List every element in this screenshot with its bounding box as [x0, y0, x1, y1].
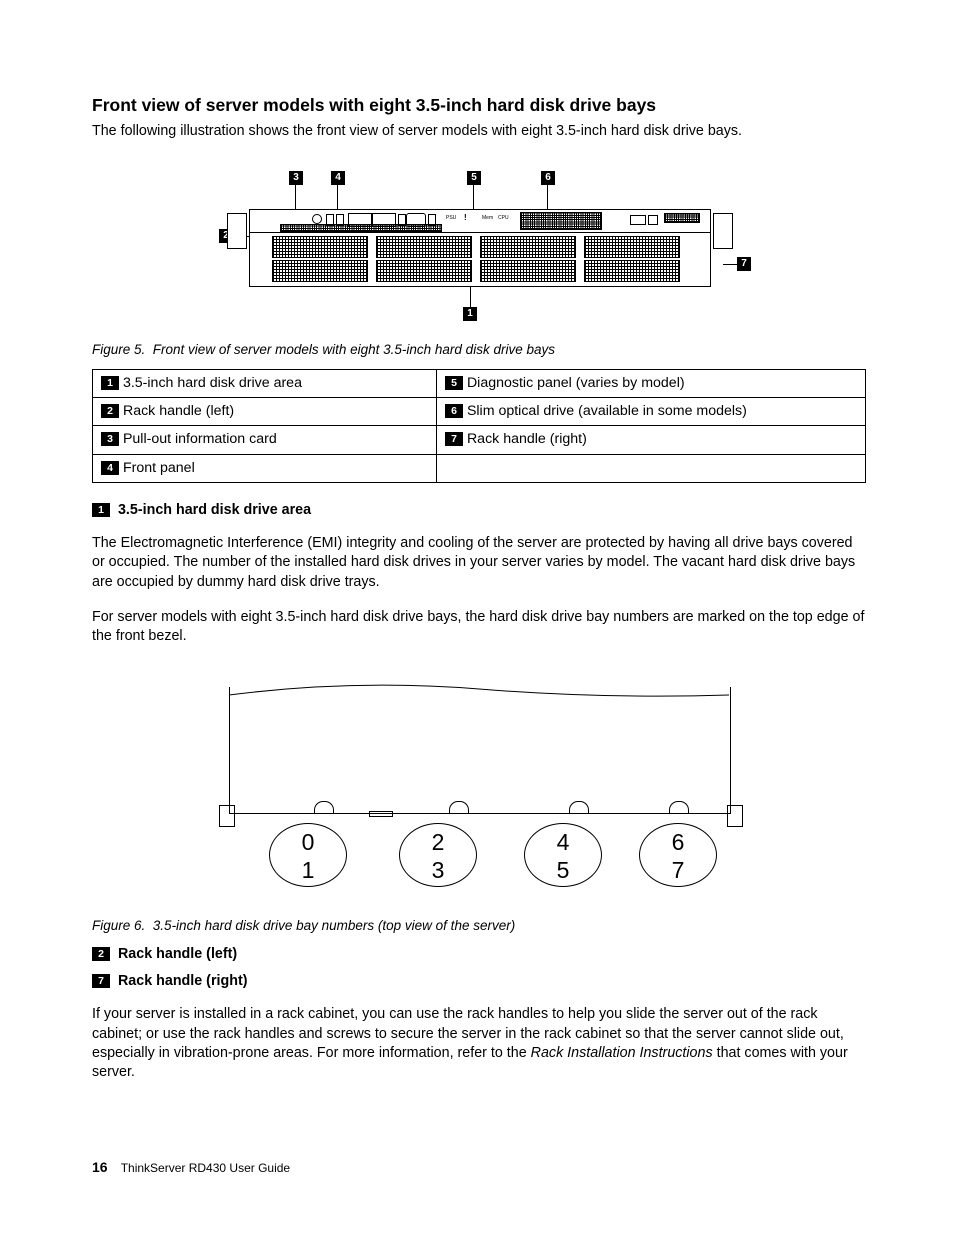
bay-number: 3 [400, 856, 476, 884]
subhead-title: 3.5-inch hard disk drive area [118, 502, 311, 518]
bay-number: 4 [525, 828, 601, 856]
legend-num: 6 [445, 404, 463, 418]
table-row: 1 3.5-inch hard disk drive area 5 Diagno… [93, 370, 866, 398]
callout-7: 7 [737, 257, 751, 271]
drive-bay-icon [584, 260, 680, 282]
drive-bay-icon [480, 260, 576, 282]
callout-5: 5 [467, 171, 481, 185]
legend-text: Front panel [123, 460, 195, 476]
server-chassis-icon: PSU ! Mem CPU [249, 209, 711, 287]
subhead-rack-handle-right: 7 Rack handle (right) [92, 972, 866, 991]
callout-4: 4 [331, 171, 345, 185]
bay-number: 6 [640, 828, 716, 856]
legend-num: 4 [101, 461, 119, 475]
bay-number: 5 [525, 856, 601, 884]
diag-label-psu: PSU [446, 215, 456, 222]
drive-bay-icon [272, 236, 368, 258]
bay-bubble: 4 5 [524, 823, 602, 887]
table-row: 2 Rack handle (left) 6 Slim optical driv… [93, 398, 866, 426]
subhead-rack-handle-left: 2 Rack handle (left) [92, 945, 866, 964]
drive-bay-icon [272, 260, 368, 282]
drive-bay-icon [480, 236, 576, 258]
legend-num: 5 [445, 376, 463, 390]
drive-area-para-2: For server models with eight 3.5-inch ha… [92, 608, 866, 647]
callout-6: 6 [541, 171, 555, 185]
diag-label-cpu: CPU [498, 215, 509, 222]
legend-text: 3.5-inch hard disk drive area [123, 375, 302, 391]
legend-num: 3 [101, 432, 119, 446]
bay-bubble: 0 1 [269, 823, 347, 887]
subhead-title: Rack handle (right) [118, 973, 247, 989]
document-page: Front view of server models with eight 3… [0, 0, 954, 1235]
rack-handle-paragraph: If your server is installed in a rack ca… [92, 1005, 866, 1082]
bay-bubble: 6 7 [639, 823, 717, 887]
figure-6-caption: Figure 6. 3.5-inch hard disk drive bay n… [92, 917, 866, 935]
figure-6-caption-prefix: Figure 6. [92, 918, 145, 933]
figure-6: 0 1 2 3 4 5 6 7 [92, 677, 866, 897]
bay-bubble: 2 3 [399, 823, 477, 887]
legend-num: 7 [445, 432, 463, 446]
legend-text: Slim optical drive (available in some mo… [467, 403, 747, 419]
callout-legend-table: 1 3.5-inch hard disk drive area 5 Diagno… [92, 369, 866, 483]
rack-handle-left-icon [227, 213, 247, 249]
table-row: 4 Front panel [93, 454, 866, 482]
rack-para-italic: Rack Installation Instructions [531, 1045, 713, 1061]
page-number: 16 [92, 1159, 108, 1175]
legend-text: Rack handle (right) [467, 431, 587, 447]
drive-bay-icon [376, 260, 472, 282]
server-top-plate-icon [229, 687, 731, 814]
figure-5-caption-text: Front view of server models with eight 3… [153, 342, 555, 357]
legend-num: 1 [101, 376, 119, 390]
table-row: 3 Pull-out information card 7 Rack handl… [93, 426, 866, 454]
subhead-num: 1 [92, 503, 110, 517]
figure-6-caption-text: 3.5-inch hard disk drive bay numbers (to… [153, 918, 515, 933]
legend-text: Pull-out information card [123, 431, 277, 447]
figure-5-caption-prefix: Figure 5. [92, 342, 145, 357]
legend-text: Rack handle (left) [123, 403, 234, 419]
drive-bay-icon [376, 236, 472, 258]
bay-number: 0 [270, 828, 346, 856]
callout-1: 1 [463, 307, 477, 321]
rack-ear-right-icon [727, 805, 743, 827]
page-footer: 16 ThinkServer RD430 User Guide [92, 1158, 290, 1177]
bay-number: 1 [270, 856, 346, 884]
intro-paragraph: The following illustration shows the fro… [92, 122, 866, 141]
bay-number: 2 [400, 828, 476, 856]
callout-3: 3 [289, 171, 303, 185]
document-title: ThinkServer RD430 User Guide [121, 1161, 290, 1175]
figure-5-caption: Figure 5. Front view of server models wi… [92, 341, 866, 359]
figure-5-diagram: 3 4 5 6 2 7 1 [219, 171, 739, 321]
subhead-num: 7 [92, 974, 110, 988]
figure-6-diagram: 0 1 2 3 4 5 6 7 [199, 677, 759, 897]
diag-label-mem: Mem [482, 215, 493, 222]
drive-bay-icon [584, 236, 680, 258]
rack-ear-left-icon [219, 805, 235, 827]
subhead-num: 2 [92, 947, 110, 961]
legend-text: Diagnostic panel (varies by model) [467, 375, 685, 391]
figure-5: 3 4 5 6 2 7 1 [92, 171, 866, 321]
page-heading: Front view of server models with eight 3… [92, 94, 866, 118]
subhead-title: Rack handle (left) [118, 946, 237, 962]
bay-number: 7 [640, 856, 716, 884]
legend-num: 2 [101, 404, 119, 418]
subhead-drive-area: 1 3.5-inch hard disk drive area [92, 501, 866, 520]
drive-area-para-1: The Electromagnetic Interference (EMI) i… [92, 534, 866, 592]
rack-handle-right-icon [713, 213, 733, 249]
diag-label-bang: ! [464, 213, 467, 224]
